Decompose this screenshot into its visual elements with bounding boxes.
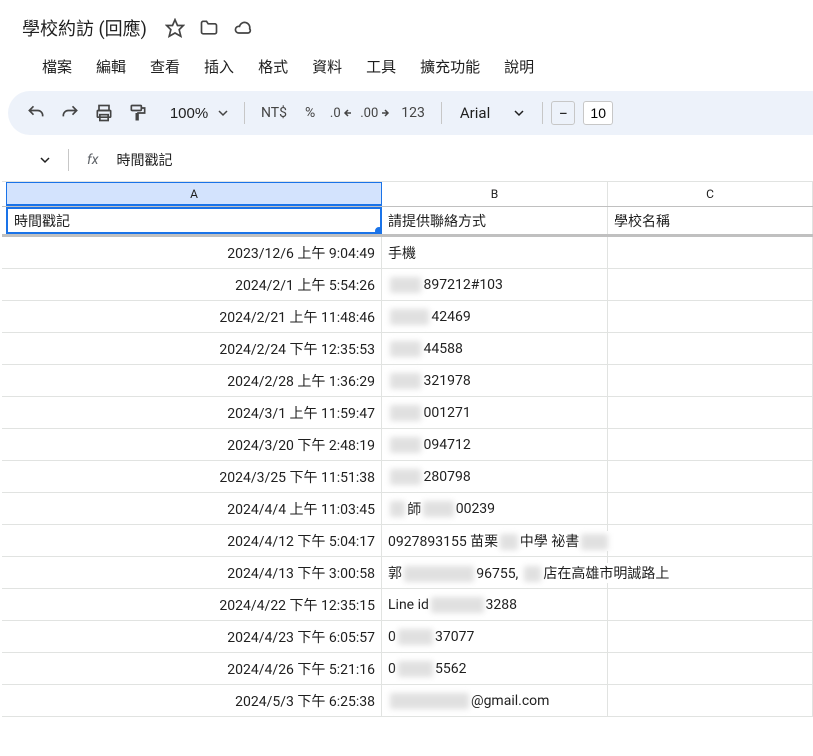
chevron-down-icon bbox=[218, 108, 228, 118]
table-row[interactable] bbox=[608, 685, 813, 716]
table-row[interactable]: 2024/2/28 上午 1:36:29 bbox=[6, 365, 382, 396]
separator bbox=[68, 149, 69, 171]
separator bbox=[244, 102, 245, 124]
table-row[interactable]: 郭XXXXXXXX96755, XX店在高雄市明誠路上 bbox=[382, 557, 608, 588]
table-row[interactable] bbox=[608, 493, 813, 524]
folder-icon[interactable] bbox=[199, 18, 219, 38]
formula-bar[interactable]: 時間戳記 bbox=[116, 150, 172, 170]
cloud-icon[interactable] bbox=[233, 18, 253, 38]
spreadsheet-grid: A B C 時間戳記 請提供聯絡方式 學校名稱 2023/12/6 上午 9:0… bbox=[2, 181, 813, 717]
table-row[interactable]: 2024/2/21 上午 11:48:46 bbox=[6, 301, 382, 332]
name-box[interactable] bbox=[40, 155, 50, 165]
table-row[interactable]: 0XXXX37077 bbox=[382, 621, 608, 652]
table-row[interactable]: 2024/3/25 下午 11:51:38 bbox=[6, 461, 382, 492]
table-row[interactable] bbox=[608, 301, 813, 332]
table-row[interactable]: 2024/2/1 上午 5:54:26 bbox=[6, 269, 382, 300]
column-header-B[interactable]: B bbox=[382, 182, 608, 206]
table-row[interactable]: Line idXXXXXX3288 bbox=[382, 589, 608, 620]
table-row[interactable]: 2024/5/3 下午 6:25:38 bbox=[6, 685, 382, 716]
table-row[interactable]: 2024/3/20 下午 2:48:19 bbox=[6, 429, 382, 460]
currency-button[interactable]: NT$ bbox=[253, 105, 295, 121]
table-row[interactable]: aa師aaaa00239 bbox=[382, 493, 608, 524]
table-row[interactable]: 2024/4/13 下午 3:00:58 bbox=[6, 557, 382, 588]
table-row[interactable]: 0000321978 bbox=[382, 365, 608, 396]
column-header-A[interactable]: A bbox=[6, 182, 382, 206]
cell-C1[interactable]: 學校名稱 bbox=[608, 207, 813, 234]
separator bbox=[542, 102, 543, 124]
fx-label: fx bbox=[87, 152, 98, 168]
print-button[interactable] bbox=[88, 97, 120, 129]
table-row[interactable]: 0000001271 bbox=[382, 397, 608, 428]
table-row[interactable] bbox=[608, 461, 813, 492]
menu-tools[interactable]: 工具 bbox=[356, 52, 406, 81]
undo-button[interactable] bbox=[20, 97, 52, 129]
menu-edit[interactable]: 編輯 bbox=[86, 52, 136, 81]
table-row[interactable]: 0XXXX5562 bbox=[382, 653, 608, 684]
menu-extensions[interactable]: 擴充功能 bbox=[410, 52, 490, 81]
chevron-down-icon bbox=[514, 108, 524, 118]
font-size-input[interactable] bbox=[583, 101, 613, 125]
table-row[interactable]: 2023/12/6 上午 9:04:49 bbox=[6, 237, 382, 268]
menu-format[interactable]: 格式 bbox=[248, 52, 298, 81]
table-row[interactable]: 0000042469 bbox=[382, 301, 608, 332]
table-row[interactable]: 0000094712 bbox=[382, 429, 608, 460]
document-title[interactable]: 學校約訪 (回應) bbox=[16, 13, 153, 43]
more-formats-button[interactable]: 123 bbox=[393, 105, 433, 121]
table-row[interactable]: 000044588 bbox=[382, 333, 608, 364]
toolbar: NT$ % .0 .00 123 Arial − bbox=[8, 91, 813, 135]
menu-view[interactable]: 查看 bbox=[140, 52, 190, 81]
table-row[interactable]: 2024/2/24 下午 12:35:53 bbox=[6, 333, 382, 364]
menubar: 檔案 編輯 查看 插入 格式 資料 工具 擴充功能 說明 bbox=[16, 48, 813, 91]
table-row[interactable] bbox=[608, 397, 813, 428]
font-select[interactable]: Arial bbox=[450, 104, 534, 122]
table-row[interactable]: 2024/4/4 上午 11:03:45 bbox=[6, 493, 382, 524]
star-icon[interactable] bbox=[165, 18, 185, 38]
percent-button[interactable]: % bbox=[297, 105, 323, 121]
chevron-down-icon bbox=[40, 155, 50, 165]
menu-data[interactable]: 資料 bbox=[302, 52, 352, 81]
table-row[interactable] bbox=[608, 333, 813, 364]
table-row[interactable] bbox=[608, 429, 813, 460]
separator bbox=[441, 102, 442, 124]
table-row[interactable]: 2024/4/12 下午 5:04:17 bbox=[6, 525, 382, 556]
column-header-C[interactable]: C bbox=[608, 182, 813, 206]
table-row[interactable] bbox=[608, 237, 813, 268]
table-row[interactable]: XXXXXXXXX@gmail.com bbox=[382, 685, 608, 716]
table-row[interactable]: 2024/4/23 下午 6:05:57 bbox=[6, 621, 382, 652]
zoom-select[interactable] bbox=[156, 105, 236, 122]
table-row[interactable] bbox=[608, 653, 813, 684]
paint-format-button[interactable] bbox=[122, 97, 154, 129]
font-name: Arial bbox=[460, 104, 490, 122]
table-row[interactable]: 0000280798 bbox=[382, 461, 608, 492]
table-row[interactable]: 2024/4/22 下午 12:35:15 bbox=[6, 589, 382, 620]
zoom-input[interactable] bbox=[164, 105, 214, 122]
table-row[interactable] bbox=[608, 269, 813, 300]
decrease-decimal-button[interactable]: .0 bbox=[325, 97, 357, 129]
menu-help[interactable]: 說明 bbox=[494, 52, 544, 81]
table-row[interactable]: 手機 bbox=[382, 237, 608, 268]
table-row[interactable] bbox=[608, 365, 813, 396]
table-row[interactable] bbox=[608, 525, 813, 556]
table-row[interactable]: 0927893155 苗栗XX中學 祕書XXX bbox=[382, 525, 608, 556]
table-row[interactable]: 2024/3/1 上午 11:59:47 bbox=[6, 397, 382, 428]
cell-A1[interactable]: 時間戳記 bbox=[6, 207, 382, 234]
increase-decimal-button[interactable]: .00 bbox=[359, 97, 391, 129]
redo-button[interactable] bbox=[54, 97, 86, 129]
decrease-font-button[interactable]: − bbox=[551, 101, 575, 125]
menu-insert[interactable]: 插入 bbox=[194, 52, 244, 81]
table-row[interactable]: 2024/4/26 下午 5:21:16 bbox=[6, 653, 382, 684]
table-row[interactable] bbox=[608, 621, 813, 652]
table-row[interactable]: 0000897212#103 bbox=[382, 269, 608, 300]
menu-file[interactable]: 檔案 bbox=[32, 52, 82, 81]
cell-B1[interactable]: 請提供聯絡方式 bbox=[382, 207, 608, 234]
table-row[interactable] bbox=[608, 589, 813, 620]
